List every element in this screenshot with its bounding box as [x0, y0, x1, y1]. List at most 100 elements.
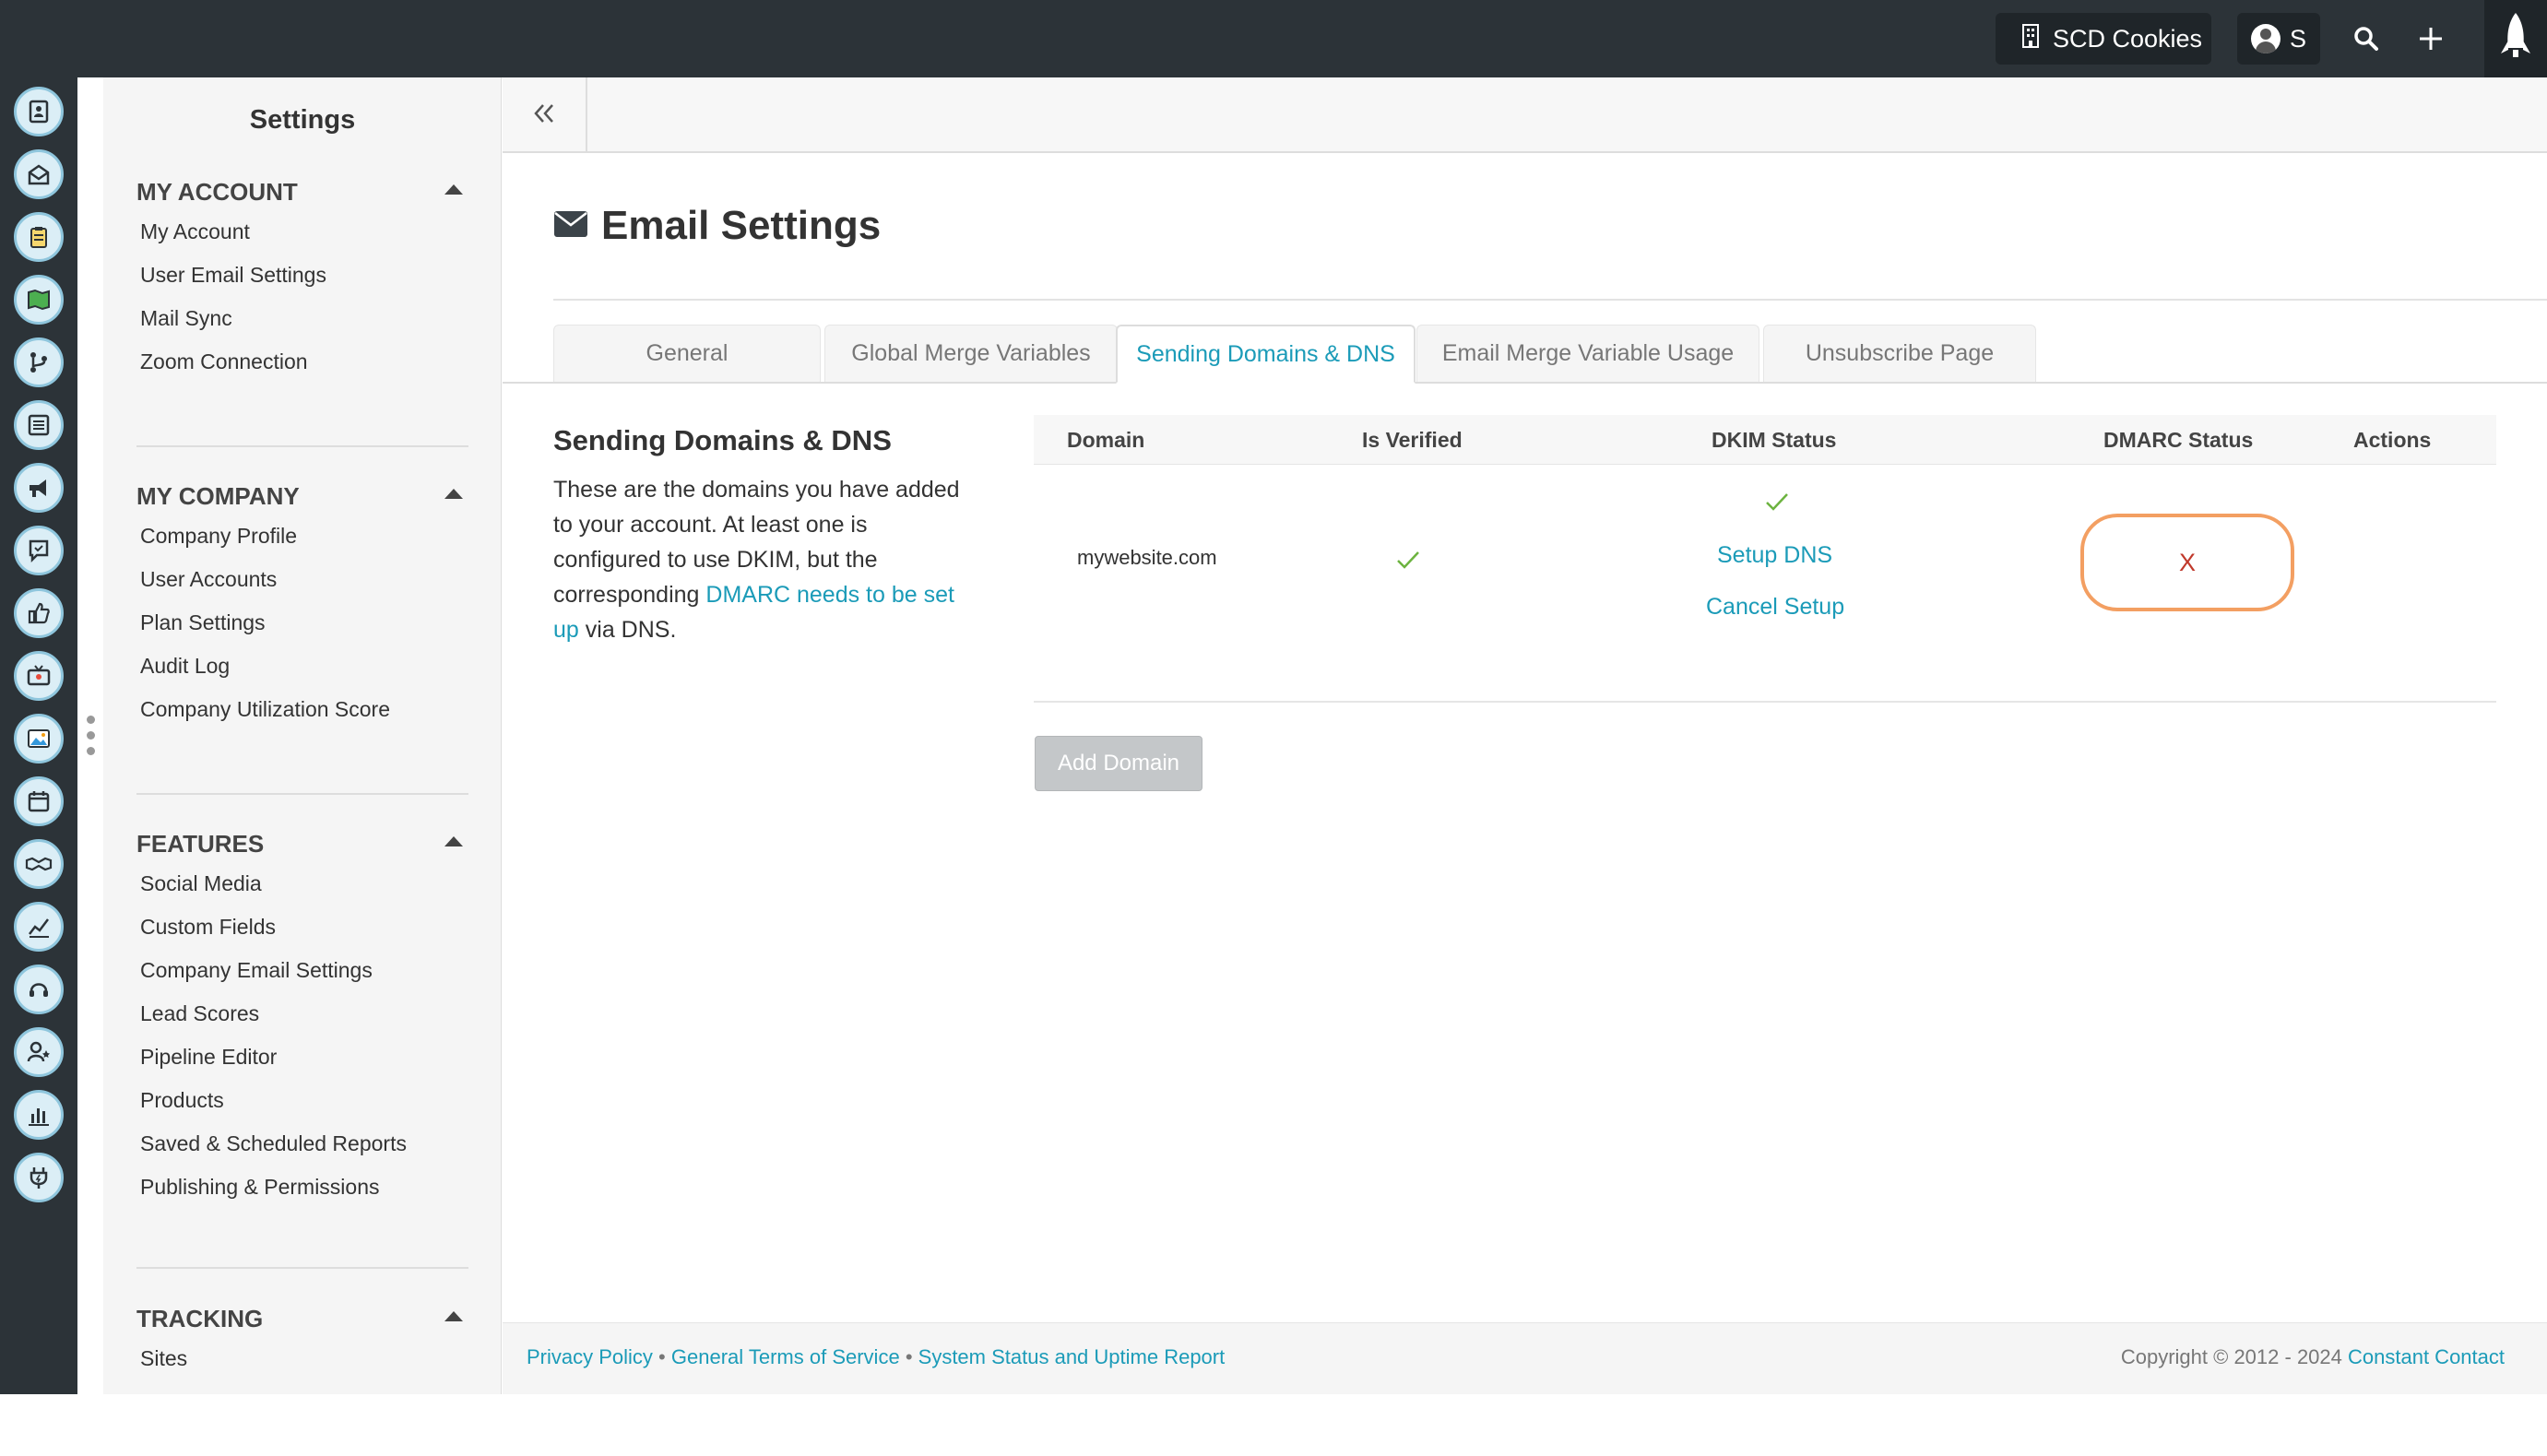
sidebar-item-products[interactable]: Products — [136, 1079, 468, 1122]
sidebar-item-lead-scores[interactable]: Lead Scores — [136, 992, 468, 1036]
sidebar-resize-handle[interactable] — [85, 716, 96, 758]
column-header-domain: Domain — [1067, 428, 1145, 452]
settings-sidebar: Settings MY ACCOUNT My Account User Emai… — [103, 77, 502, 1394]
collapse-caret-icon[interactable] — [444, 489, 463, 499]
plus-icon[interactable] — [2412, 20, 2449, 57]
gear-icon[interactable] — [26, 1422, 55, 1451]
sidebar-item-social-media[interactable]: Social Media — [136, 862, 468, 906]
column-header-dkim-status: DKIM Status — [1712, 428, 1837, 452]
account-switcher-button[interactable]: SCD Cookies — [1996, 13, 2211, 65]
add-domain-button[interactable]: Add Domain — [1035, 736, 1202, 791]
check-icon — [1765, 491, 1789, 516]
top-bar: SCD Cookies S — [0, 0, 2547, 77]
account-name: SCD Cookies — [2053, 24, 2203, 53]
calendar-icon[interactable] — [14, 776, 64, 826]
sidebar-item-saved-scheduled-reports[interactable]: Saved & Scheduled Reports — [136, 1122, 468, 1166]
rocket-icon[interactable] — [2484, 0, 2547, 77]
tab-sending-domains-dns[interactable]: Sending Domains & DNS — [1116, 325, 1416, 384]
main-toolbar — [503, 77, 2547, 153]
nav-section-heading[interactable]: TRACKING — [136, 1300, 468, 1337]
dmarc-status-x: X — [2178, 548, 2196, 576]
user-menu-button[interactable]: S — [2237, 13, 2320, 65]
page-title: Email Settings — [601, 203, 882, 248]
collapse-caret-icon[interactable] — [444, 184, 463, 195]
chat-icon[interactable] — [14, 526, 64, 575]
domain-name: mywebsite.com — [1077, 546, 1217, 569]
sidebar-item-company-utilization-score[interactable]: Company Utilization Score — [136, 688, 468, 731]
user-initial: S — [2289, 24, 2306, 53]
system-status-link[interactable]: System Status and Uptime Report — [918, 1345, 1226, 1368]
sidebar-item-company-profile[interactable]: Company Profile — [136, 515, 468, 558]
collapse-caret-icon[interactable] — [444, 836, 463, 846]
building-icon — [2021, 23, 2040, 54]
sidebar-item-mail-sync[interactable]: Mail Sync — [136, 297, 468, 340]
sidebar-item-plan-settings[interactable]: Plan Settings — [136, 601, 468, 645]
megaphone-icon[interactable] — [14, 463, 64, 513]
terms-of-service-link[interactable]: General Terms of Service — [671, 1345, 900, 1368]
footer-links: Privacy Policy • General Terms of Servic… — [527, 1345, 1226, 1368]
column-header-is-verified: Is Verified — [1362, 428, 1463, 452]
footer: Privacy Policy • General Terms of Servic… — [503, 1322, 2547, 1394]
tv-icon[interactable] — [14, 651, 64, 701]
dmarc-status-highlight: X — [2080, 514, 2294, 611]
sidebar-item-audit-log[interactable]: Audit Log — [136, 645, 468, 688]
sidebar-title: Settings — [249, 105, 356, 135]
nav-section-heading[interactable]: MY COMPANY — [136, 478, 468, 515]
envelope-icon — [553, 210, 588, 243]
double-chevron-left-icon — [533, 103, 555, 128]
sidebar-item-user-accounts[interactable]: User Accounts — [136, 558, 468, 601]
section-description: These are the domains you have added to … — [553, 477, 960, 643]
section-title: Sending Domains & DNS — [553, 424, 892, 456]
sidebar-item-company-email-settings[interactable]: Company Email Settings — [136, 949, 468, 992]
sidebar-item-publishing-permissions[interactable]: Publishing & Permissions — [136, 1166, 468, 1209]
contacts-icon[interactable] — [14, 87, 64, 136]
bar-chart-icon[interactable] — [14, 1090, 64, 1140]
sidebar-item-my-account[interactable]: My Account — [136, 210, 468, 254]
tab-general[interactable]: General — [553, 325, 821, 382]
nav-section-tracking: TRACKING Sites — [136, 1300, 468, 1380]
privacy-policy-link[interactable]: Privacy Policy — [527, 1345, 653, 1368]
table-header: Domain Is Verified DKIM Status DMARC Sta… — [1034, 415, 2496, 465]
divider — [136, 445, 468, 447]
collapse-sidebar-button[interactable] — [503, 77, 587, 153]
constant-contact-link[interactable]: Constant Contact — [2348, 1345, 2505, 1368]
page-header: Email Settings — [553, 203, 881, 249]
search-icon[interactable] — [2348, 20, 2385, 57]
nav-section-heading[interactable]: MY ACCOUNT — [136, 173, 468, 210]
column-header-dmarc-status: DMARC Status — [2103, 428, 2254, 452]
user-star-icon[interactable] — [14, 1027, 64, 1077]
tab-unsubscribe-page[interactable]: Unsubscribe Page — [1763, 325, 2036, 382]
divider — [1034, 701, 2496, 703]
check-icon — [1396, 550, 1420, 574]
tab-global-merge-variables[interactable]: Global Merge Variables — [824, 325, 1118, 382]
nav-section-features: FEATURES Social Media Custom Fields Comp… — [136, 825, 468, 1209]
sidebar-item-user-email-settings[interactable]: User Email Settings — [136, 254, 468, 297]
branch-icon[interactable] — [14, 337, 64, 387]
copyright: Copyright © 2012 - 2024 Constant Contact — [2120, 1345, 2505, 1368]
thumbs-up-icon[interactable] — [14, 588, 64, 638]
avatar — [2250, 24, 2280, 53]
trend-chart-icon[interactable] — [14, 902, 64, 952]
headset-icon[interactable] — [14, 965, 64, 1014]
sidebar-item-custom-fields[interactable]: Custom Fields — [136, 906, 468, 949]
sidebar-item-pipeline-editor[interactable]: Pipeline Editor — [136, 1036, 468, 1079]
nav-section-heading[interactable]: FEATURES — [136, 825, 468, 862]
divider — [136, 793, 468, 795]
map-icon[interactable] — [14, 275, 64, 325]
divider — [136, 1267, 468, 1269]
cancel-setup-link[interactable]: Cancel Setup — [1706, 594, 1844, 621]
handshake-icon[interactable] — [14, 839, 64, 889]
column-header-actions: Actions — [2353, 428, 2432, 452]
sidebar-item-zoom-connection[interactable]: Zoom Connection — [136, 340, 468, 384]
image-icon[interactable] — [14, 714, 64, 764]
clipboard-icon[interactable] — [14, 212, 64, 262]
list-icon[interactable] — [14, 400, 64, 450]
app-icon-rail — [0, 77, 77, 1447]
sidebar-item-sites[interactable]: Sites — [136, 1337, 468, 1380]
email-icon[interactable] — [14, 149, 64, 199]
plug-icon[interactable] — [14, 1153, 64, 1202]
divider — [553, 299, 2547, 301]
collapse-caret-icon[interactable] — [444, 1311, 463, 1321]
tab-email-merge-variable-usage[interactable]: Email Merge Variable Usage — [1416, 325, 1759, 382]
setup-dns-link[interactable]: Setup DNS — [1717, 542, 1832, 569]
